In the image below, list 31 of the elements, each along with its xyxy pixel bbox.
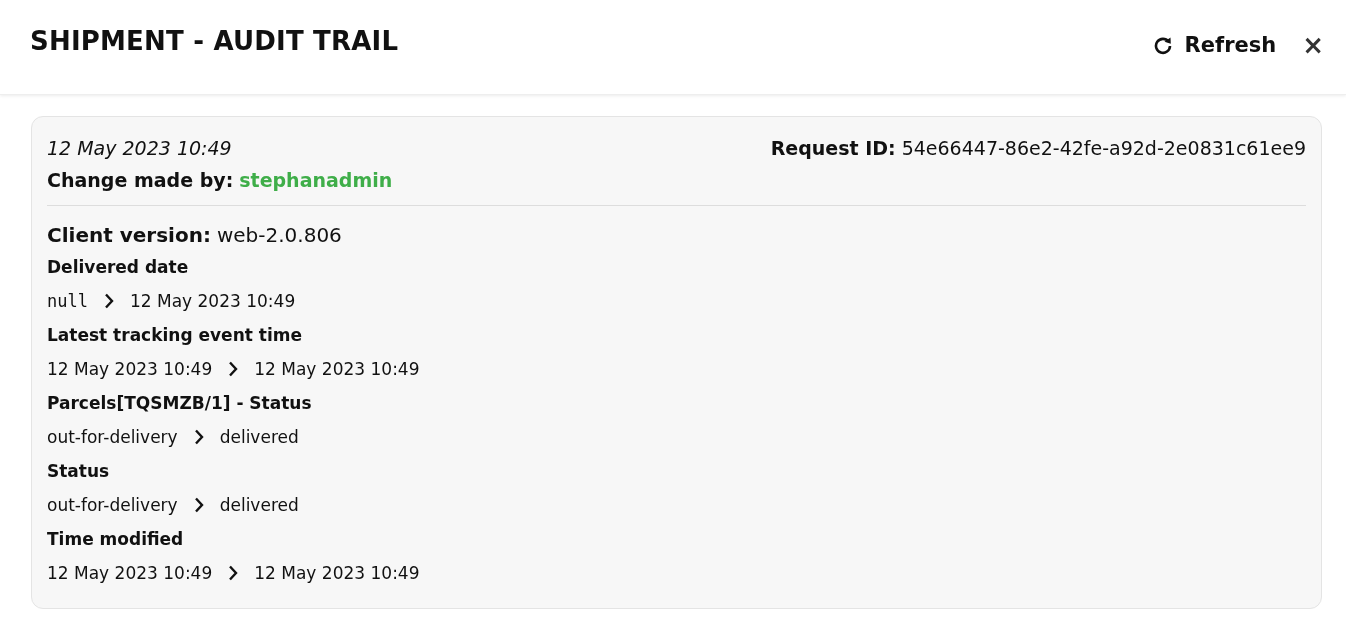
- timestamp: 12 May 2023 10:49: [47, 136, 233, 161]
- new-value: 12 May 2023 10:49: [254, 358, 420, 381]
- old-value: 12 May 2023 10:49: [47, 358, 213, 381]
- user-name: stephanadmin: [239, 168, 393, 193]
- field-label: Parcels[TQSMZB/1] - Status: [47, 392, 313, 415]
- client-version-label: Client version:: [47, 222, 211, 249]
- old-value: out-for-delivery: [47, 494, 178, 517]
- old-value: null: [47, 290, 88, 313]
- chevron-icon: [193, 497, 204, 513]
- old-value: 12 May 2023 10:49: [47, 562, 213, 585]
- refresh-icon: [1152, 35, 1173, 55]
- changed-by-label: Change made by:: [47, 168, 234, 193]
- client-version: web-2.0.806: [216, 222, 342, 249]
- old-value: out-for-delivery: [47, 426, 178, 449]
- refresh-button[interactable]: Refresh: [1152, 33, 1277, 57]
- new-value: 12 May 2023 10:49: [254, 562, 420, 585]
- request-id-label: Request ID:: [770, 136, 896, 161]
- new-value: delivered: [219, 494, 299, 517]
- chevron-icon: [228, 361, 239, 377]
- field-label: Status: [47, 460, 111, 483]
- close-button[interactable]: ×: [1302, 32, 1324, 58]
- new-value: 12 May 2023 10:49: [129, 290, 296, 313]
- field-label: Latest tracking event time: [47, 324, 303, 347]
- field-label: Delivered date: [47, 256, 190, 279]
- chevron-icon: [103, 293, 114, 309]
- field-label: Time modified: [47, 528, 185, 551]
- request-id: 54e66447-86e2-42fe-a92d-2e0831c61ee9: [901, 136, 1306, 161]
- chevron-icon: [228, 565, 239, 581]
- chevron-icon: [193, 429, 204, 445]
- new-value: delivered: [219, 426, 299, 449]
- window-title: SHIPMENT - AUDIT TRAIL: [30, 26, 399, 56]
